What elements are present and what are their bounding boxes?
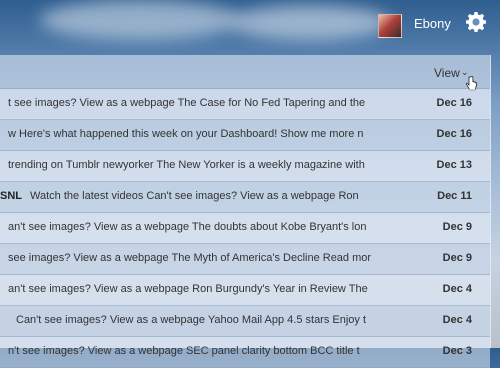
message-row[interactable]: n't see images? View as a webpage SEC pa… [0, 337, 490, 368]
message-sender: SNL [0, 190, 22, 202]
message-preview: Can't see images? View as a webpage Yaho… [16, 314, 367, 326]
message-row[interactable]: an't see images? View as a webpage The d… [0, 213, 490, 244]
message-list-panel: View ⌄ t see images? View as a webpage T… [0, 55, 491, 368]
message-snippet: trending on Tumblr newyorker The New Yor… [0, 159, 375, 171]
message-row[interactable]: t see images? View as a webpage The Case… [0, 89, 490, 120]
message-preview: t see images? View as a webpage The Case… [8, 97, 366, 109]
avatar[interactable] [378, 14, 402, 38]
message-date: Dec 16 [436, 97, 472, 109]
message-row[interactable]: Can't see images? View as a webpage Yaho… [0, 306, 490, 337]
message-preview: see images? View as a webpage The Myth o… [8, 252, 372, 264]
message-date: Dec 16 [436, 128, 472, 140]
message-row[interactable]: an't see images? View as a webpage Ron B… [0, 275, 490, 306]
username[interactable]: Ebony [414, 16, 451, 31]
message-snippet: Can't see images? View as a webpage Yaho… [8, 314, 383, 326]
message-row[interactable]: w Here's what happened this week on your… [0, 120, 490, 151]
message-date: Dec 11 [437, 190, 472, 202]
message-snippet: see images? View as a webpage The Myth o… [0, 252, 375, 264]
message-date: Dec 13 [436, 159, 472, 171]
message-preview: n't see images? View as a webpage SEC pa… [8, 345, 360, 357]
message-snippet: SNL Watch the latest videos Can't see ima… [0, 190, 375, 202]
message-list: t see images? View as a webpage The Case… [0, 89, 490, 368]
message-preview: an't see images? View as a webpage Ron B… [8, 283, 368, 295]
message-date: Dec 4 [442, 283, 472, 295]
message-date: Dec 3 [442, 345, 472, 357]
message-list-toolbar: View ⌄ [0, 55, 490, 91]
message-snippet: an't see images? View as a webpage The d… [0, 221, 375, 233]
gear-icon[interactable] [464, 10, 488, 34]
message-preview: Watch the latest videos Can't see images… [30, 190, 359, 202]
message-row[interactable]: trending on Tumblr newyorker The New Yor… [0, 151, 490, 182]
view-menu-button[interactable]: View [434, 66, 460, 80]
top-bar: Ebony [0, 0, 500, 52]
message-date: Dec 4 [442, 314, 472, 326]
message-row[interactable]: see images? View as a webpage The Myth o… [0, 244, 490, 275]
message-snippet: n't see images? View as a webpage SEC pa… [0, 345, 375, 357]
message-preview: trending on Tumblr newyorker The New Yor… [8, 159, 365, 171]
message-date: Dec 9 [442, 221, 472, 233]
message-preview: w Here's what happened this week on your… [8, 128, 364, 140]
message-snippet: an't see images? View as a webpage Ron B… [0, 283, 375, 295]
message-preview: an't see images? View as a webpage The d… [8, 221, 367, 233]
message-row[interactable]: SNL Watch the latest videos Can't see ima… [0, 182, 490, 213]
message-snippet: t see images? View as a webpage The Case… [0, 97, 375, 109]
message-snippet: w Here's what happened this week on your… [0, 128, 375, 140]
message-date: Dec 9 [442, 252, 472, 264]
